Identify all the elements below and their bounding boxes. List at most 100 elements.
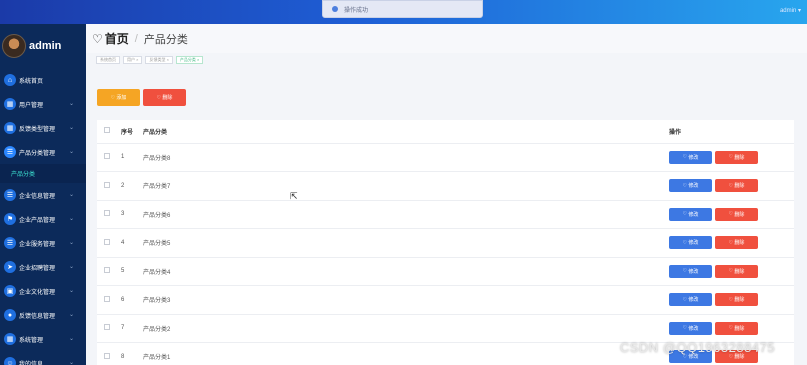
person-icon: ☺ xyxy=(4,357,16,365)
sidebar-item-6[interactable]: ☰ 企业服务管理 ⌄ xyxy=(0,231,86,255)
delete-button[interactable]: ♡ 删除 xyxy=(715,264,758,278)
top-bar: 操作成功 admin ▾ xyxy=(0,0,807,24)
sidebar-item-label: 反馈类型管理 xyxy=(19,126,56,133)
edit-button[interactable]: ♡ 修改 xyxy=(669,150,712,164)
chevron-down-icon: ⌄ xyxy=(68,312,74,318)
sidebar-subitem-product-category[interactable]: 产品分类 xyxy=(0,164,86,183)
sidebar-item-0[interactable]: ⌂ 系统首页 xyxy=(0,68,86,92)
sidebar-item-5[interactable]: ⚑ 企业产品管理 ⌄ xyxy=(0,207,86,231)
grid-icon: ▦ xyxy=(4,122,16,134)
delete-button[interactable]: ♡ 删除 xyxy=(715,321,758,335)
main-content: ♡ 首页 / 产品分类 系统首页 用户 × 反馈类型 × 产品分类 × ♡ 添加… xyxy=(86,24,807,365)
table-row: 5 产品分类4 ♡ 修改 ♡ 删除 xyxy=(97,257,794,286)
sidebar-item-label: 反馈信息管理 xyxy=(19,313,56,320)
row-checkbox[interactable] xyxy=(104,324,110,331)
tags-bar: 系统首页 用户 × 反馈类型 × 产品分类 × xyxy=(86,54,807,66)
sidebar-item-9[interactable]: ● 反馈信息管理 ⌄ xyxy=(0,303,86,327)
chevron-down-icon: ⌄ xyxy=(68,149,74,155)
column-header-no: 序号 xyxy=(121,120,143,144)
edit-button[interactable]: ♡ 修改 xyxy=(669,321,712,335)
delete-button[interactable]: ♡ 删除 xyxy=(715,293,758,307)
sidebar-item-label: 企业文化管理 xyxy=(19,289,56,296)
table-row: 4 产品分类5 ♡ 修改 ♡ 删除 xyxy=(97,228,794,258)
row-number: 3 xyxy=(121,200,143,229)
page-header: ♡ 首页 / 产品分类 xyxy=(86,24,807,53)
row-category-name: 产品分类3 xyxy=(143,285,669,315)
toolbar: ♡ 添加 ♡ 删除 xyxy=(97,89,186,106)
sidebar-item-label: 企业信息管理 xyxy=(19,193,56,200)
toast-message: 操作成功 xyxy=(344,7,369,14)
delete-button[interactable]: ♡ 删除 xyxy=(715,179,758,193)
home-icon: ⌂ xyxy=(4,74,16,86)
edit-button[interactable]: ♡ 修改 xyxy=(669,293,712,307)
row-number: 2 xyxy=(121,171,143,201)
list-icon: ☰ xyxy=(4,237,16,249)
row-checkbox[interactable] xyxy=(104,267,110,274)
table-row: 2 产品分类7 ♡ 修改 ♡ 删除 xyxy=(97,171,794,201)
add-button[interactable]: ♡ 添加 xyxy=(97,89,140,106)
tag-feedback-type[interactable]: 反馈类型 × xyxy=(145,56,173,64)
table-header-row: 序号 产品分类 操作 xyxy=(97,120,794,144)
select-all-checkbox[interactable] xyxy=(104,127,110,134)
row-category-name: 产品分类5 xyxy=(143,228,669,258)
sidebar-item-label: 用户管理 xyxy=(19,102,44,109)
sidebar-item-label: 系统首页 xyxy=(19,78,44,85)
sidebar-item-label: 产品分类管理 xyxy=(19,150,56,157)
edit-button[interactable]: ♡ 修改 xyxy=(669,236,712,250)
row-checkbox[interactable] xyxy=(104,352,110,359)
edit-button[interactable]: ♡ 修改 xyxy=(669,264,712,278)
success-toast: 操作成功 xyxy=(322,0,483,18)
list-icon: ☰ xyxy=(4,146,16,158)
edit-button[interactable]: ♡ 修改 xyxy=(669,179,712,193)
sidebar-item-8[interactable]: ▣ 企业文化管理 ⌄ xyxy=(0,279,86,303)
edit-button[interactable]: ♡ 修改 xyxy=(669,207,712,221)
row-number: 8 xyxy=(121,342,143,365)
row-category-name: 产品分类1 xyxy=(143,342,669,365)
row-number: 6 xyxy=(121,285,143,315)
chevron-down-icon: ⌄ xyxy=(68,192,74,198)
briefcase-icon: ▣ xyxy=(4,285,16,297)
row-category-name: 产品分类8 xyxy=(143,143,669,172)
sidebar-item-1[interactable]: ▦ 用户管理 ⌄ xyxy=(0,92,86,116)
delete-button[interactable]: ♡ 删除 xyxy=(715,207,758,221)
batch-delete-button[interactable]: ♡ 删除 xyxy=(143,89,186,106)
sidebar-item-3[interactable]: ☰ 产品分类管理 ⌄ xyxy=(0,140,86,164)
delete-button[interactable]: ♡ 删除 xyxy=(715,236,758,250)
table-row: 1 产品分类8 ♡ 修改 ♡ 删除 xyxy=(97,143,794,172)
chevron-down-icon: ⌄ xyxy=(68,288,74,294)
sidebar: admin ⌂ 系统首页 ▦ 用户管理 ⌄ ▦ 反馈类型管理 ⌄ ☰ 产品分类管理 ⌄ 产品分类 ☰ 企业… xyxy=(0,24,86,365)
row-category-name: 产品分类6 xyxy=(143,200,669,229)
chevron-down-icon: ⌄ xyxy=(68,240,74,246)
row-checkbox[interactable] xyxy=(104,238,110,245)
heart-icon: ♡ xyxy=(92,31,103,46)
breadcrumb: 产品分类 xyxy=(143,33,188,46)
table-row: 3 产品分类6 ♡ 修改 ♡ 删除 xyxy=(97,200,794,229)
sidebar-item-label: 企业招聘管理 xyxy=(19,265,56,272)
column-header-actions: 操作 xyxy=(669,120,794,144)
row-checkbox[interactable] xyxy=(104,181,110,188)
chevron-down-icon: ⌄ xyxy=(68,125,74,131)
user-menu[interactable]: admin ▾ xyxy=(780,7,801,14)
chevron-down-icon: ⌄ xyxy=(68,101,74,107)
sidebar-item-7[interactable]: ➤ 企业招聘管理 ⌄ xyxy=(0,255,86,279)
delete-button[interactable]: ♡ 删除 xyxy=(715,150,758,164)
list-icon: ☰ xyxy=(4,189,16,201)
tag-product-category[interactable]: 产品分类 × xyxy=(175,56,204,64)
row-checkbox[interactable] xyxy=(104,153,110,160)
table-row: 6 产品分类3 ♡ 修改 ♡ 删除 xyxy=(97,285,794,315)
data-table: 序号 产品分类 操作 1 产品分类8 ♡ 修改 ♡ 删除 2 产品分类7 ♡ 修改 ♡ 删除 3… xyxy=(97,120,794,365)
flag-icon: ⚑ xyxy=(4,213,16,225)
sidebar-item-2[interactable]: ▦ 反馈类型管理 ⌄ xyxy=(0,116,86,140)
sidebar-item-label: 系统管理 xyxy=(19,337,44,344)
row-checkbox[interactable] xyxy=(104,210,110,217)
tag-home[interactable]: 系统首页 xyxy=(96,56,120,64)
row-checkbox[interactable] xyxy=(104,295,110,302)
chevron-down-icon: ⌄ xyxy=(68,336,74,342)
sidebar-item-4[interactable]: ☰ 企业信息管理 ⌄ xyxy=(0,183,86,207)
avatar xyxy=(2,34,26,58)
sidebar-item-10[interactable]: ▦ 系统管理 ⌄ xyxy=(0,327,86,351)
row-number: 1 xyxy=(121,143,143,172)
tag-users[interactable]: 用户 × xyxy=(123,56,143,64)
sidebar-item-11[interactable]: ☺ 我的信息 ⌄ xyxy=(0,351,86,365)
table-row: 7 产品分类2 ♡ 修改 ♡ 删除 xyxy=(97,314,794,343)
